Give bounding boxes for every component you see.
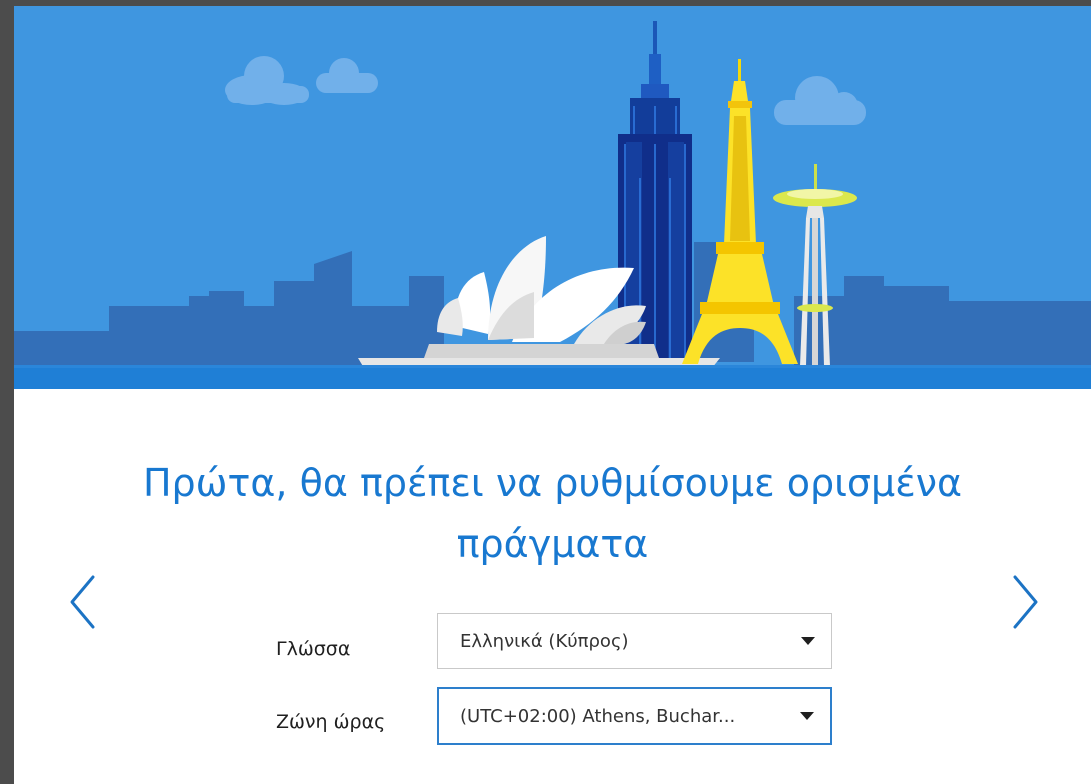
language-select-value: Ελληνικά (Κύπρος) <box>460 630 629 652</box>
page-title: Πρώτα, θα πρέπει να ρυθμίσουμε ορισμένα … <box>142 461 963 566</box>
language-label: Γλώσσα <box>276 638 351 660</box>
timezone-select[interactable]: (UTC+02:00) Athens, Buchar... <box>437 687 832 745</box>
setup-window: Πρώτα, θα πρέπει να ρυθμίσουμε ορισμένα … <box>14 6 1091 784</box>
timezone-label: Ζώνη ώρας <box>276 711 386 733</box>
back-button[interactable] <box>64 574 104 630</box>
timezone-select-value: (UTC+02:00) Athens, Buchar... <box>460 705 736 727</box>
hero-illustration <box>14 6 1091 389</box>
setup-panel: Πρώτα, θα πρέπει να ρυθμίσουμε ορισμένα … <box>14 389 1091 784</box>
dropdown-arrow-icon <box>800 712 814 720</box>
chevron-left-icon <box>64 574 104 630</box>
language-select[interactable]: Ελληνικά (Κύπρος) <box>437 613 832 669</box>
window-frame-left <box>0 0 14 784</box>
next-button[interactable] <box>1004 574 1044 630</box>
dropdown-arrow-icon <box>801 637 815 645</box>
chevron-right-icon <box>1004 574 1044 630</box>
